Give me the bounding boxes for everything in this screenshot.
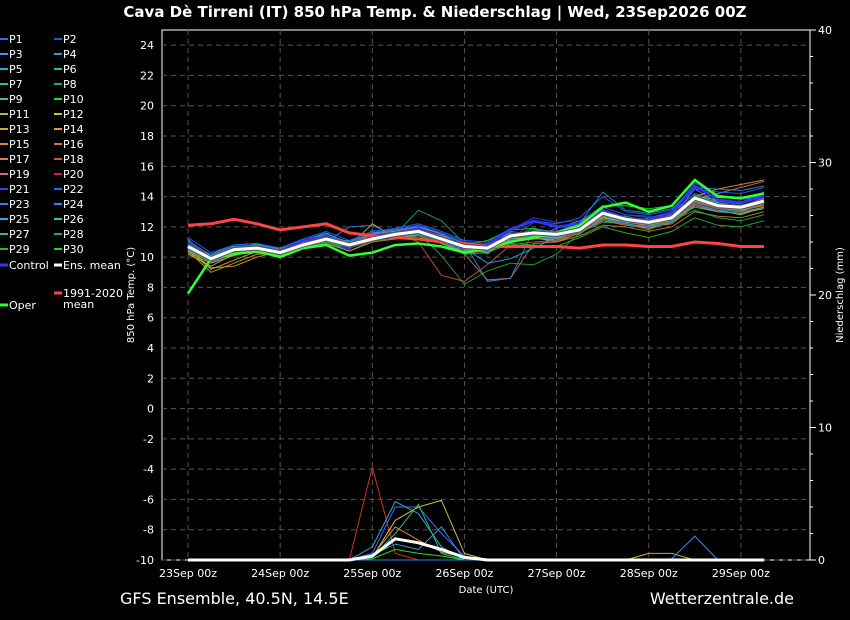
y-tick-label: 4 — [147, 342, 154, 355]
x-axis-label: Date (UTC) — [459, 585, 514, 596]
legend-label: P26 — [63, 213, 84, 226]
footer-source: GFS Ensemble, 40.5N, 14.5E — [120, 589, 349, 608]
legend-label: P23 — [9, 198, 30, 211]
x-tick-label: 29Sep 00z — [712, 567, 770, 580]
y-axis-right: 40 30 20 10 0 — [810, 24, 832, 567]
x-tick-label: 27Sep 00z — [528, 567, 586, 580]
y-tick-label: -2 — [143, 433, 154, 446]
y-tick-label: -10 — [136, 554, 154, 567]
y-tick-label: -4 — [143, 463, 154, 476]
y-tick-label: 10 — [140, 251, 154, 264]
x-tick-label: 24Sep 00z — [251, 567, 309, 580]
y-tick-label: -8 — [143, 524, 154, 537]
y-tick-label: 6 — [147, 312, 154, 325]
legend-label: 1991-2020 mean — [63, 287, 123, 311]
y-axis-left: 242220181614121086420-2-4-6-8-10 — [136, 39, 154, 567]
legend-label: P27 — [9, 228, 30, 241]
y2-tick-label: 30 — [818, 157, 832, 170]
y2-tick-label: 10 — [818, 422, 832, 435]
legend-label: P1 — [9, 33, 23, 46]
y2-tick-label: 20 — [818, 289, 832, 302]
y-tick-label: 2 — [147, 372, 154, 385]
legend-label: P17 — [9, 153, 30, 166]
legend-label: P10 — [63, 93, 84, 106]
y-tick-label: 8 — [147, 281, 154, 294]
legend-label: Oper — [9, 299, 36, 312]
y-tick-label: 12 — [140, 221, 154, 234]
y2-tick-label: 0 — [818, 554, 825, 567]
x-axis: 23Sep 00z 24Sep 00z 25Sep 00z 26Sep 00z 27Se… — [159, 567, 770, 580]
legend-label: P25 — [9, 213, 30, 226]
y2-tick-label: 40 — [818, 24, 832, 37]
footer-site: Wetterzentrale.de — [650, 589, 794, 608]
x-tick-label: 23Sep 00z — [159, 567, 217, 580]
legend-label: P9 — [9, 93, 23, 106]
legend-label: Control — [9, 259, 49, 272]
y-tick-label: 14 — [140, 191, 154, 204]
legend-label: P24 — [63, 198, 84, 211]
legend-label: Ens. mean — [63, 259, 121, 272]
legend-label: P20 — [63, 168, 84, 181]
legend-label: P15 — [9, 138, 30, 151]
ensemble-chart: Cava Dè Tirreni (IT) 850 hPa Temp. & Nie… — [0, 3, 846, 608]
legend-label: P28 — [63, 228, 84, 241]
chart-title: Cava Dè Tirreni (IT) 850 hPa Temp. & Nie… — [123, 3, 746, 22]
legend-label: P4 — [63, 48, 77, 61]
y-tick-label: 20 — [140, 100, 154, 113]
legend-label: P21 — [9, 183, 30, 196]
y-tick-label: 16 — [140, 160, 154, 173]
legend-label: P2 — [63, 33, 77, 46]
legend-label: P18 — [63, 153, 84, 166]
legend-label: P8 — [63, 78, 77, 91]
y-tick-label: 18 — [140, 130, 154, 143]
legend-label: P14 — [63, 123, 84, 136]
legend-label: P12 — [63, 108, 84, 121]
legend-label: P22 — [63, 183, 84, 196]
legend-label: P16 — [63, 138, 84, 151]
y-axis-label: 850 hPa Temp. (°C) — [126, 247, 137, 343]
x-tick-label: 28Sep 00z — [620, 567, 678, 580]
x-tick-label: 25Sep 00z — [343, 567, 401, 580]
y-tick-label: 22 — [140, 69, 154, 82]
legend-label: P3 — [9, 48, 23, 61]
legend-label: P13 — [9, 123, 30, 136]
y-tick-label: 0 — [147, 403, 154, 416]
y2-axis-label: Niederschlag (mm) — [835, 247, 846, 343]
legend-label: P11 — [9, 108, 30, 121]
legend-label: P5 — [9, 63, 23, 76]
y-tick-label: -6 — [143, 493, 154, 506]
y-tick-label: 24 — [140, 39, 154, 52]
legend-label: P7 — [9, 78, 23, 91]
plot-frame — [161, 29, 811, 561]
legend-label: P30 — [63, 243, 84, 256]
x-tick-label: 26Sep 00z — [435, 567, 493, 580]
legend-label: P29 — [9, 243, 30, 256]
legend-label: P6 — [63, 63, 77, 76]
legend-label: P19 — [9, 168, 30, 181]
legend: P1 P2 P3 P4 P5 P6 P7 P8 P9 P10 P11 P12 P13 P14 P15 P16 P… — [0, 33, 123, 312]
